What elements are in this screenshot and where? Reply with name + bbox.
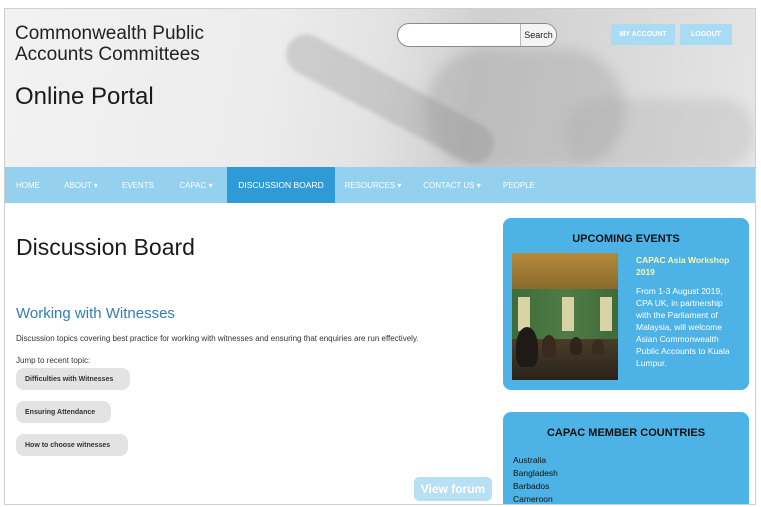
nav-item-contact-us[interactable]: CONTACT US ▾ bbox=[411, 167, 493, 203]
view-forum-button[interactable]: View forum bbox=[414, 477, 492, 501]
member-countries-panel: CAPAC MEMBER COUNTRIES Australia Banglad… bbox=[503, 412, 749, 504]
portal-title: Online Portal bbox=[15, 83, 154, 110]
header-background-shape bbox=[565, 99, 755, 167]
nav-item-resources[interactable]: RESOURCES ▾ bbox=[335, 167, 411, 203]
photo-window bbox=[518, 297, 530, 331]
event-description: From 1-3 August 2019, CPA UK, in partner… bbox=[636, 286, 730, 368]
main-nav: HOME ABOUT ▾ EVENTS CAPAC ▾ DISCUSSION B… bbox=[5, 167, 755, 203]
jump-to-topic-label: Jump to recent topic: bbox=[16, 356, 91, 365]
upcoming-events-heading: UPCOMING EVENTS bbox=[572, 233, 680, 245]
site-title[interactable]: Commonwealth Public Accounts Committees bbox=[15, 23, 235, 65]
list-item[interactable]: Cameroon bbox=[513, 493, 558, 504]
list-item[interactable]: Australia bbox=[513, 454, 558, 467]
nav-item-discussion-board[interactable]: DISCUSSION BOARD bbox=[227, 167, 335, 203]
search-box: Search bbox=[397, 23, 557, 47]
event-photo[interactable] bbox=[512, 253, 618, 380]
nav-item-home[interactable]: HOME bbox=[5, 167, 51, 203]
photo-person bbox=[542, 335, 556, 357]
upcoming-events-panel: UPCOMING EVENTS CAPAC Asia Workshop 2019… bbox=[503, 218, 749, 390]
nav-item-people[interactable]: PEOPLE bbox=[493, 167, 545, 203]
site-header: Commonwealth Public Accounts Committees … bbox=[5, 9, 755, 167]
list-item[interactable]: Bangladesh bbox=[513, 467, 558, 480]
photo-window bbox=[600, 297, 612, 331]
my-account-button[interactable]: MY ACCOUNT bbox=[611, 24, 675, 45]
photo-person bbox=[592, 339, 604, 355]
photo-ceiling bbox=[512, 253, 618, 289]
topic-button-ensuring-attendance[interactable]: Ensuring Attendance bbox=[16, 401, 111, 423]
event-title-link[interactable]: CAPAC Asia Workshop 2019 bbox=[636, 254, 744, 278]
topic-button-how-to-choose-witnesses[interactable]: How to choose witnesses bbox=[16, 434, 128, 456]
search-input[interactable] bbox=[404, 27, 512, 43]
list-item[interactable]: Barbados bbox=[513, 480, 558, 493]
search-button[interactable]: Search bbox=[520, 24, 556, 46]
nav-item-events[interactable]: EVENTS bbox=[111, 167, 165, 203]
page-title: Discussion Board bbox=[16, 234, 195, 260]
browser-page: Commonwealth Public Accounts Committees … bbox=[4, 8, 756, 505]
forum-description: Discussion topics covering best practice… bbox=[16, 334, 419, 343]
nav-item-about[interactable]: ABOUT ▾ bbox=[51, 167, 111, 203]
photo-person bbox=[516, 327, 538, 367]
photo-person bbox=[570, 337, 582, 355]
logout-button[interactable]: LOGOUT bbox=[680, 24, 732, 45]
topic-button-difficulties-with-witnesses[interactable]: Difficulties with Witnesses bbox=[16, 368, 130, 390]
forum-title-link[interactable]: Working with Witnesses bbox=[16, 305, 175, 322]
member-countries-list: Australia Bangladesh Barbados Cameroon bbox=[513, 454, 558, 504]
photo-window bbox=[562, 297, 574, 331]
member-countries-heading: CAPAC MEMBER COUNTRIES bbox=[546, 427, 706, 439]
nav-item-capac[interactable]: CAPAC ▾ bbox=[165, 167, 227, 203]
